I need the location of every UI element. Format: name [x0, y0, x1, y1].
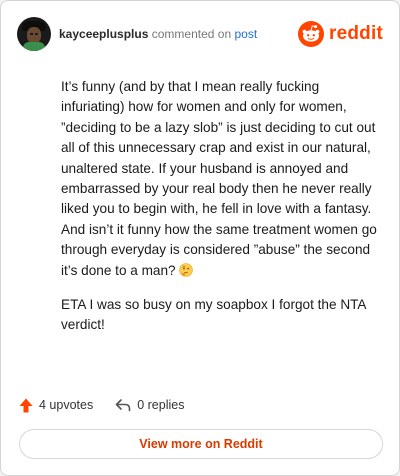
thinking-face-emoji-icon — [178, 262, 193, 277]
reply-count: 0 replies — [137, 398, 185, 412]
username-link[interactable]: kayceeplusplus — [59, 27, 148, 41]
comment-body: It’s funny (and by that I mean really fu… — [61, 77, 379, 350]
comment-meta: kayceeplusplus commented on post — [59, 27, 257, 41]
post-link[interactable]: post — [234, 27, 257, 41]
comment-header: kayceeplusplus commented on post reddit — [17, 17, 383, 51]
reddit-snoo-icon — [298, 21, 325, 47]
upvote-arrow-icon — [19, 398, 33, 412]
comment-actions: 4 upvotes 0 replies — [19, 396, 184, 414]
reply-button[interactable]: 0 replies — [115, 398, 184, 412]
action-text: commented on — [151, 27, 232, 41]
upvote-count: 4 upvotes — [39, 398, 94, 412]
reddit-wordmark: reddit — [329, 23, 383, 44]
comment-paragraph-text: It’s funny (and by that I mean really fu… — [61, 79, 377, 278]
avatar[interactable] — [17, 17, 51, 51]
upvote-button[interactable]: 4 upvotes — [19, 398, 93, 413]
comment-card: kayceeplusplus commented on post reddit … — [0, 0, 400, 476]
reddit-logo[interactable]: reddit — [298, 21, 383, 47]
comment-paragraph: It’s funny (and by that I mean really fu… — [61, 77, 379, 281]
comment-paragraph-eta: ETA I was so busy on my soapbox I forgot… — [61, 297, 366, 333]
view-more-button[interactable]: View more on Reddit — [19, 429, 383, 459]
reply-arrow-icon — [115, 399, 131, 412]
